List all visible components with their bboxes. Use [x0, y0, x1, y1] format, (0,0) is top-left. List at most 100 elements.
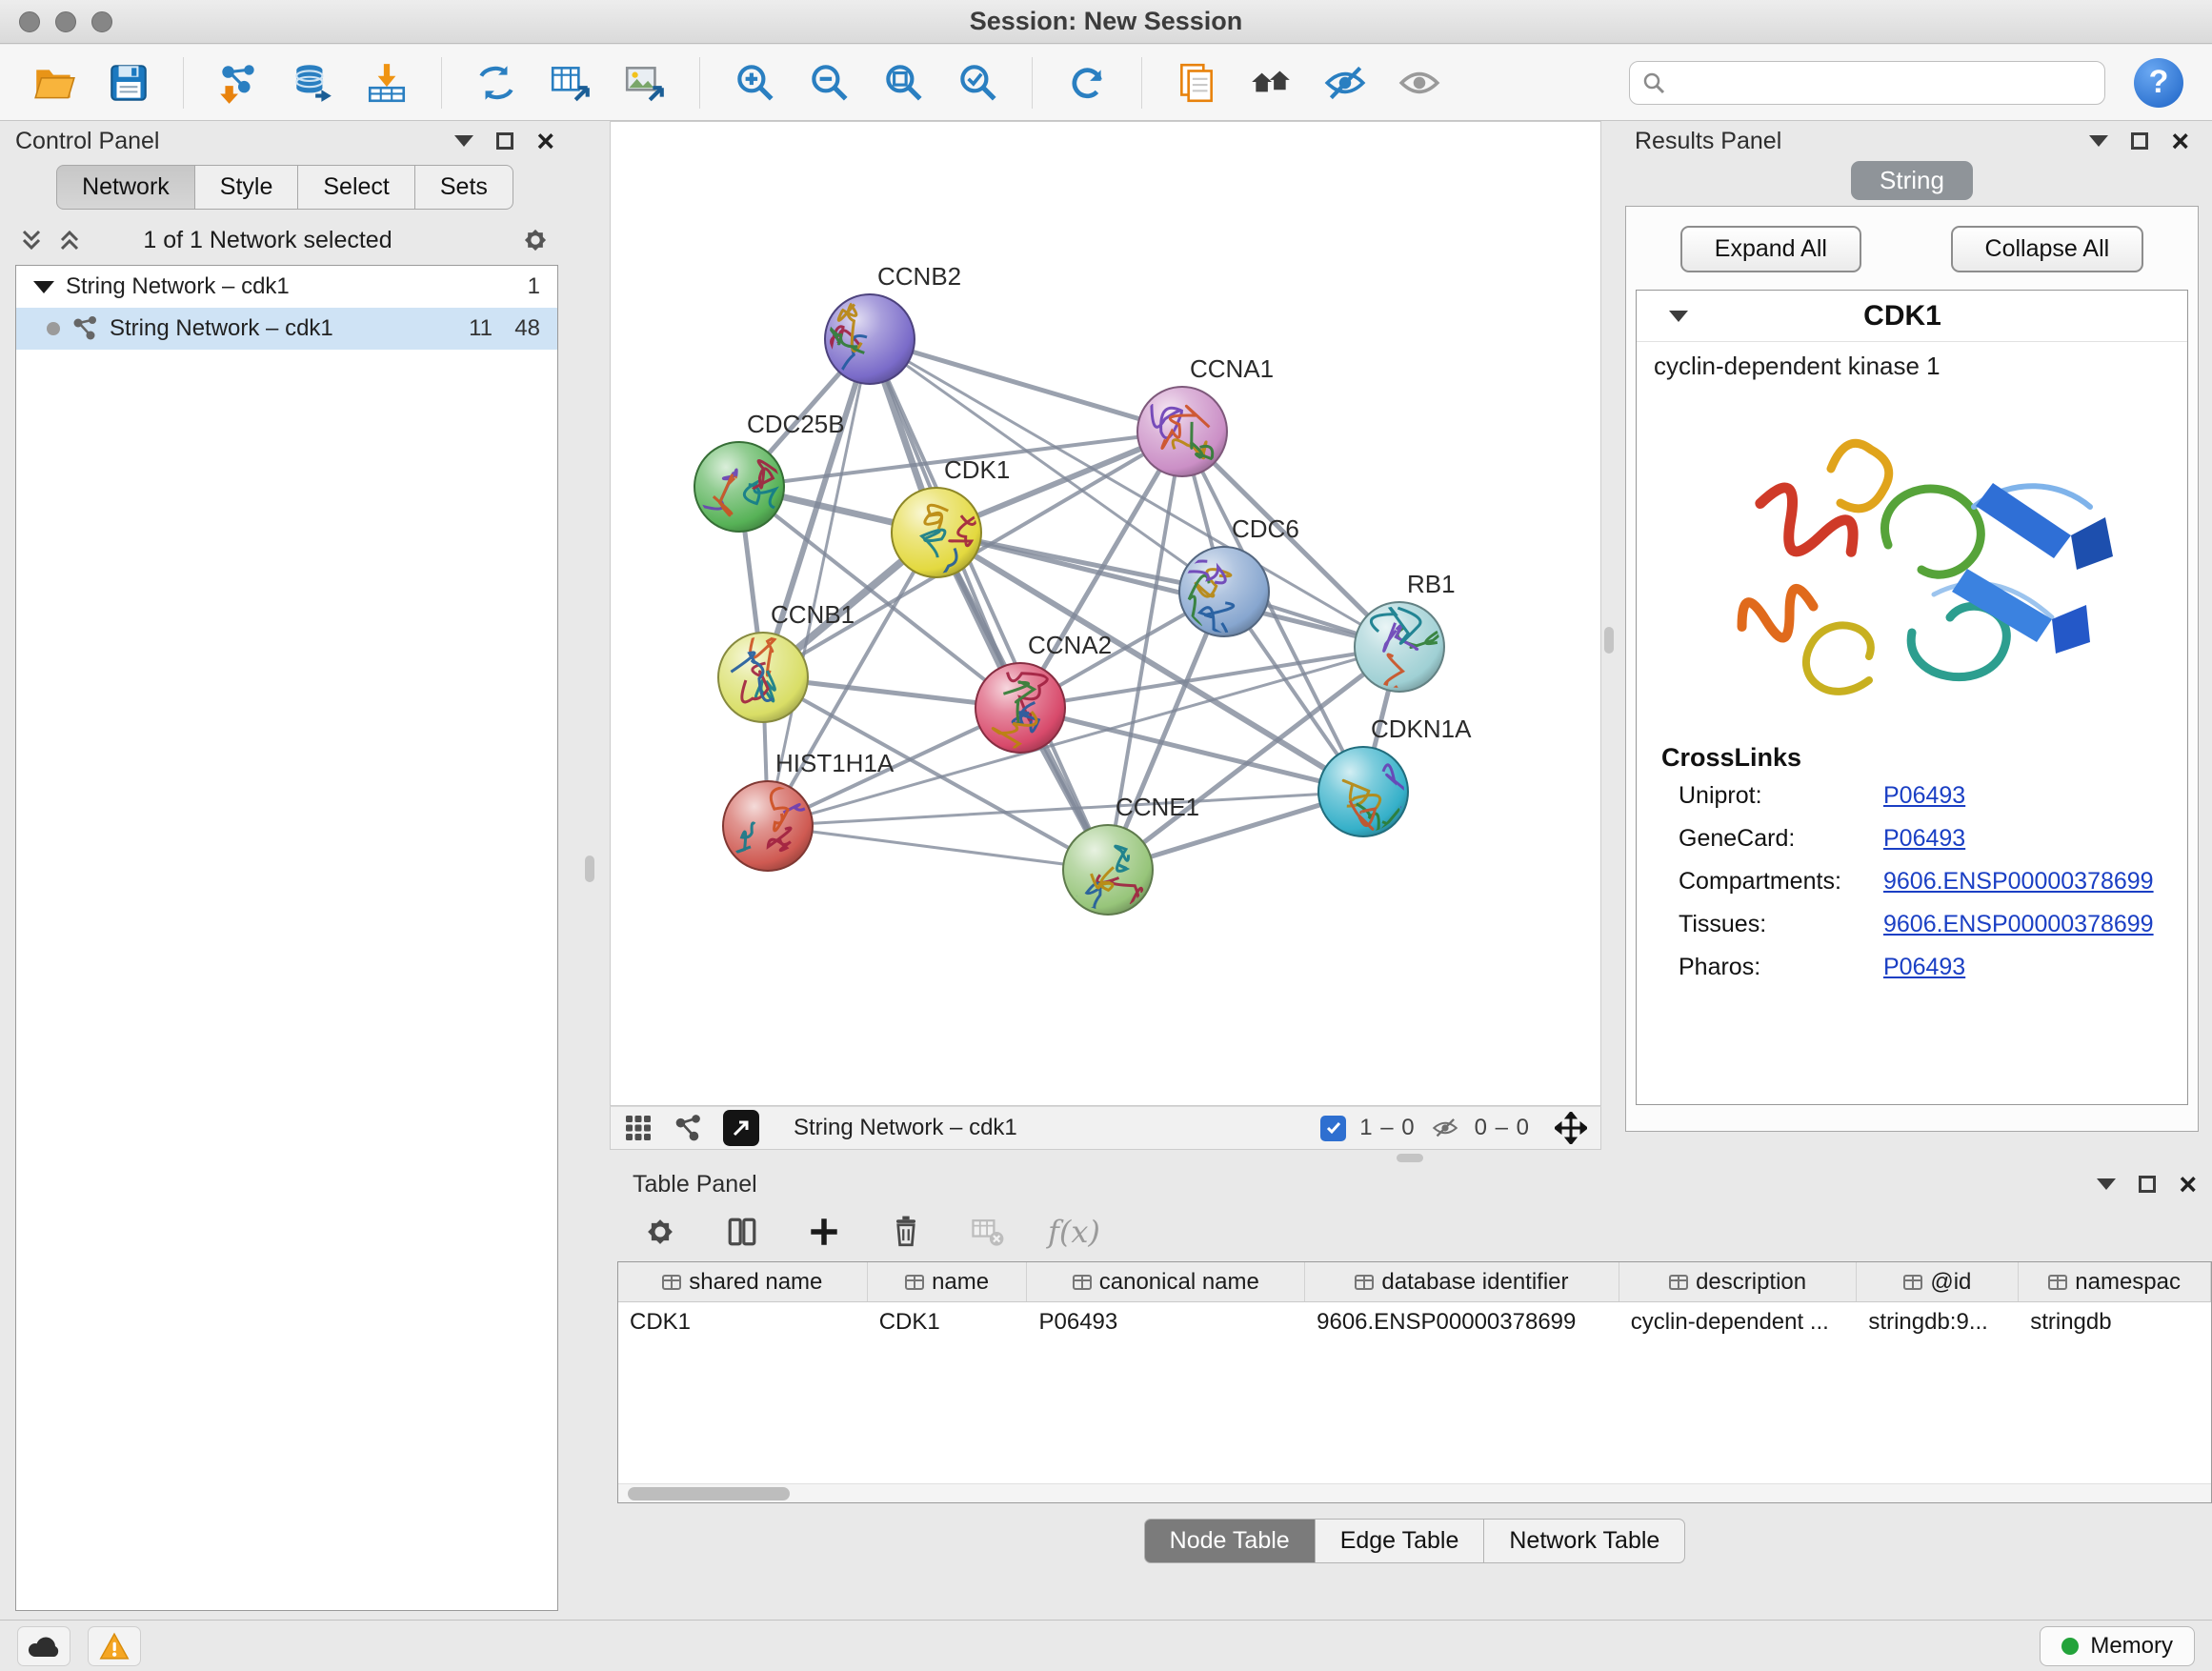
panel-close-icon[interactable]: × [2171, 132, 2189, 150]
table-cell[interactable]: stringdb:9... [1857, 1309, 2019, 1336]
table-cell[interactable]: P06493 [1027, 1309, 1305, 1336]
panel-float-icon[interactable] [2131, 132, 2148, 150]
left-splitter-handle[interactable] [585, 856, 594, 882]
panel-menu-icon[interactable] [2089, 135, 2108, 147]
save-session-icon[interactable] [103, 57, 154, 109]
tab-edge-table[interactable]: Edge Table [1316, 1519, 1485, 1563]
entry-collapse-icon[interactable] [1669, 311, 1688, 322]
network-node-CDC6[interactable] [1179, 547, 1269, 636]
crosslink-genecard-link[interactable]: P06493 [1883, 825, 1965, 852]
hide-unselected-icon[interactable] [1319, 57, 1371, 109]
network-edge-ccne1-hist1h1a[interactable] [768, 826, 1108, 870]
network-share-icon[interactable] [674, 1114, 702, 1142]
zoom-out-icon[interactable] [803, 57, 855, 109]
function-builder-icon[interactable]: f(x) [1048, 1214, 1100, 1250]
network-node-CDC25B[interactable] [694, 442, 784, 532]
network-options-gear-icon[interactable] [518, 223, 553, 257]
add-column-icon[interactable] [802, 1210, 846, 1254]
zoom-fit-icon[interactable] [877, 57, 929, 109]
column-header-name[interactable]: name [868, 1262, 1028, 1301]
string-tab[interactable]: String [1851, 161, 1973, 200]
column-header-description[interactable]: description [1619, 1262, 1858, 1301]
table-row[interactable]: CDK1CDK1P064939606.ENSP00000378699cyclin… [618, 1302, 2211, 1342]
table-options-gear-icon[interactable] [638, 1210, 682, 1254]
clone-document-icon[interactable] [1171, 57, 1222, 109]
scrollbar-thumb[interactable] [628, 1487, 790, 1500]
zoom-selected-icon[interactable] [952, 57, 1003, 109]
collection-expand-icon[interactable] [33, 281, 54, 293]
delete-column-icon[interactable] [884, 1210, 928, 1254]
hidden-eye-icon[interactable] [1429, 1114, 1461, 1142]
tab-node-table[interactable]: Node Table [1144, 1519, 1316, 1563]
network-edge-cdk1-rb1[interactable] [936, 533, 1399, 647]
panel-float-icon[interactable] [496, 132, 513, 150]
memory-button[interactable]: Memory [2040, 1626, 2195, 1666]
import-table-file-icon[interactable] [361, 57, 412, 109]
network-node-CCNB1[interactable] [718, 633, 808, 722]
table-cell[interactable]: cyclin-dependent ... [1619, 1309, 1858, 1336]
column-header-database-identifier[interactable]: database identifier [1305, 1262, 1619, 1301]
panel-close-icon[interactable]: × [2179, 1176, 2197, 1193]
right-splitter-handle[interactable] [1604, 627, 1614, 654]
network-edge-ccnb2-ccne1[interactable] [870, 339, 1108, 870]
network-node-CCNE1[interactable] [1063, 825, 1153, 915]
column-header-namespac[interactable]: namespac [2019, 1262, 2211, 1301]
network-edge-ccnb2-ccna1[interactable] [870, 339, 1182, 432]
table-cell[interactable]: CDK1 [618, 1309, 868, 1336]
collapse-all-icon[interactable] [17, 226, 46, 254]
import-network-database-icon[interactable] [287, 57, 338, 109]
search-input[interactable] [1676, 70, 2093, 96]
birdseye-grid-icon[interactable] [624, 1114, 653, 1142]
network-node-RB1[interactable] [1355, 602, 1444, 700]
panel-menu-icon[interactable] [454, 135, 473, 147]
network-node-CDKN1A[interactable] [1318, 747, 1418, 836]
network-collection-row[interactable]: String Network – cdk1 1 [16, 266, 557, 308]
table-cell[interactable]: CDK1 [868, 1309, 1028, 1336]
crosslink-pharos-link[interactable]: P06493 [1883, 954, 1965, 980]
network-graph[interactable]: CCNB2CCNA1CDC25BCDK1CDC6RB1CCNB1CCNA2CDK… [611, 122, 1600, 1105]
tab-network-table[interactable]: Network Table [1484, 1519, 1685, 1563]
crosslink-uniprot-link[interactable]: P06493 [1883, 782, 1965, 809]
collapse-all-button[interactable]: Collapse All [1951, 226, 2144, 272]
network-canvas[interactable]: CCNB2CCNA1CDC25BCDK1CDC6RB1CCNB1CCNA2CDK… [610, 121, 1601, 1106]
expand-all-icon[interactable] [55, 226, 84, 254]
show-columns-icon[interactable] [720, 1210, 764, 1254]
open-in-browser-button[interactable] [723, 1110, 759, 1146]
selected-nodes-checkbox[interactable] [1320, 1116, 1346, 1141]
tab-select[interactable]: Select [298, 165, 414, 210]
minimize-window-button[interactable] [55, 11, 76, 32]
open-session-icon[interactable] [29, 57, 80, 109]
table-cell[interactable]: stringdb [2019, 1309, 2211, 1336]
panel-menu-icon[interactable] [2097, 1178, 2116, 1190]
export-table-icon[interactable] [545, 57, 596, 109]
pan-crosshair-icon[interactable] [1555, 1112, 1587, 1144]
panel-close-icon[interactable]: × [536, 132, 554, 150]
column-header-canonical-name[interactable]: canonical name [1027, 1262, 1305, 1301]
help-button[interactable]: ? [2134, 58, 2183, 108]
bottom-splitter-handle[interactable] [1397, 1154, 1423, 1162]
column-header-shared-name[interactable]: shared name [618, 1262, 868, 1301]
show-all-icon[interactable] [1394, 57, 1445, 109]
network-row[interactable]: String Network – cdk1 11 48 [16, 308, 557, 350]
table-cell[interactable]: 9606.ENSP00000378699 [1305, 1309, 1619, 1336]
delete-table-icon[interactable] [966, 1210, 1010, 1254]
zoom-window-button[interactable] [91, 11, 112, 32]
close-window-button[interactable] [19, 11, 40, 32]
network-node-CCNB2[interactable] [811, 294, 915, 400]
tab-style[interactable]: Style [195, 165, 299, 210]
column-header--id[interactable]: @id [1857, 1262, 2019, 1301]
horizontal-scrollbar[interactable] [618, 1483, 2211, 1502]
navigator-icon[interactable] [1245, 57, 1297, 109]
export-image-icon[interactable] [619, 57, 671, 109]
warnings-button[interactable] [88, 1626, 141, 1666]
refresh-icon[interactable] [1061, 57, 1113, 109]
import-network-file-icon[interactable] [212, 57, 264, 109]
crosslink-tissues-link[interactable]: 9606.ENSP00000378699 [1883, 911, 2154, 937]
network-node-CCNA1[interactable] [1137, 387, 1227, 476]
tab-sets[interactable]: Sets [415, 165, 513, 210]
crosslink-compartments-link[interactable]: 9606.ENSP00000378699 [1883, 868, 2154, 895]
cloud-button[interactable] [17, 1626, 70, 1666]
new-network-icon[interactable] [471, 57, 522, 109]
panel-float-icon[interactable] [2139, 1176, 2156, 1193]
zoom-in-icon[interactable] [729, 57, 780, 109]
